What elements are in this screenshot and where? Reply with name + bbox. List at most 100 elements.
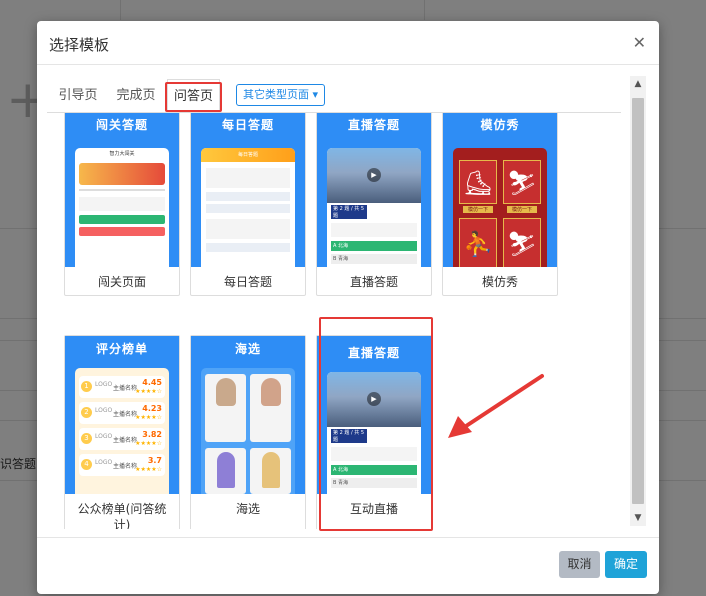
preview-question (79, 197, 165, 211)
star-rating-icon: ★★★★☆ (135, 388, 162, 395)
tab-qa[interactable]: 问答页 (167, 79, 220, 113)
preview-video: ▶ (327, 148, 421, 203)
rank-name: 主播名称 (113, 411, 138, 418)
preview-question (331, 447, 417, 461)
thumbnail-title: 评分榜单 (95, 342, 148, 356)
template-card[interactable]: 直播答题 ▶ 第 2 题 / 共 5 题 A 北海 B 青海 互动直播 (316, 335, 432, 529)
cancel-button[interactable]: 取消 (559, 551, 600, 578)
card-label: 互动直播 (349, 502, 398, 516)
curling-icon: ⛹ (459, 218, 497, 267)
thumbnail-title: 闯关答题 (95, 118, 148, 132)
contestant-photo (250, 448, 291, 494)
person-icon (261, 452, 280, 488)
template-card[interactable]: 模仿秀 ⛸ ⛷ 模仿一下 模仿一下 ⛹ ⛷ 模仿秀 (442, 113, 558, 296)
star-rating-icon: ★★★★☆ (135, 466, 162, 473)
footer-divider (37, 537, 659, 538)
dropdown-label: 其它类型页面 (243, 88, 309, 101)
scrollbar[interactable]: ▲ ▼ (630, 76, 646, 526)
arrow-head (448, 416, 472, 438)
preview-question (206, 168, 290, 188)
close-icon[interactable]: ✕ (633, 33, 646, 52)
star-rating-icon: ★★★★☆ (135, 440, 162, 447)
rank-name: 主播名称 (113, 463, 138, 470)
question-number: 第 2 题 / 共 5 题 (331, 429, 367, 443)
rank-score: 3.82 (142, 430, 162, 439)
header-divider (37, 64, 659, 65)
rank-name: 主播名称 (113, 437, 138, 444)
scroll-down-icon[interactable]: ▼ (630, 510, 646, 526)
rank-number: 2 (81, 407, 92, 418)
preview-option-wrong (79, 227, 165, 236)
card-label: 模仿秀 (481, 275, 518, 289)
template-card[interactable]: 每日答题 每日答题 每日答题 (190, 113, 306, 296)
card-label: 公众榜单(问答统计) (77, 502, 167, 529)
play-icon: ▶ (367, 168, 381, 182)
template-thumbnail: 模仿秀 ⛸ ⛷ 模仿一下 模仿一下 ⛹ ⛷ (443, 113, 557, 267)
phone-preview: 每日答题 (201, 148, 295, 267)
preview-option-correct: A 北海 (331, 465, 417, 475)
rank-number: 3 (81, 433, 92, 444)
template-thumbnail: 直播答题 ▶ 第 2 题 / 共 5 题 A 北海 B 青海 (317, 336, 431, 494)
question-number: 第 2 题 / 共 5 题 (331, 205, 367, 219)
preview-option: B 青海 (331, 478, 417, 488)
preview-option (206, 192, 290, 201)
scroll-thumb[interactable] (632, 98, 644, 504)
star-rating-icon: ★★★★☆ (135, 414, 162, 421)
rank-number: 4 (81, 459, 92, 470)
template-card[interactable]: 直播答题 ▶ 第 2 题 / 共 5 题 A 北海 B 青海 直播答题 (316, 113, 432, 296)
template-thumbnail: 海选 (191, 336, 305, 494)
rank-row: 2 LOGO 主播名称 4.23 ★★★★☆ (79, 402, 165, 424)
imitate-button: 模仿一下 (463, 206, 493, 213)
arrow-shaft (458, 374, 544, 432)
phone-preview: ▶ 第 2 题 / 共 5 题 A 北海 B 青海 (327, 372, 421, 494)
thumbnail-title: 直播答题 (347, 118, 400, 132)
other-type-dropdown[interactable]: 其它类型页面 ▾ (236, 84, 326, 106)
rank-logo: LOGO (95, 433, 113, 440)
rank-number: 1 (81, 381, 92, 392)
preview-question (206, 219, 290, 239)
tab-guide[interactable]: 引导页 (57, 79, 99, 113)
tab-finish[interactable]: 完成页 (115, 79, 157, 113)
preview-video: ▶ (327, 372, 421, 427)
hockey-icon: ⛸ (459, 160, 497, 204)
progress-track (79, 189, 165, 191)
preview-option: B 青海 (331, 254, 417, 264)
card-label: 每日答题 (223, 275, 272, 289)
rank-logo: LOGO (95, 459, 113, 466)
template-thumbnail: 直播答题 ▶ 第 2 题 / 共 5 题 A 北海 B 青海 (317, 113, 431, 267)
template-card[interactable]: 海选 海选 (190, 335, 306, 529)
thumbnail-title: 模仿秀 (480, 118, 520, 132)
rank-row: 3 LOGO 主播名称 3.82 ★★★★☆ (79, 428, 165, 450)
preview-banner (79, 163, 165, 185)
template-card[interactable]: 闯关答题 智力大闯关 闯关页面 (64, 113, 180, 296)
person-icon (260, 378, 281, 406)
preview-banner: 每日答题 (201, 148, 295, 162)
card-label: 闯关页面 (97, 275, 146, 289)
rank-score: 3.7 (147, 456, 162, 465)
rank-score: 4.45 (142, 378, 162, 387)
preview-option-correct (79, 215, 165, 224)
card-label: 直播答题 (349, 275, 398, 289)
template-thumbnail: 每日答题 每日答题 (191, 113, 305, 267)
preview-question (331, 223, 417, 237)
template-thumbnail: 闯关答题 智力大闯关 (65, 113, 179, 267)
ski-icon: ⛷ (503, 160, 541, 204)
scroll-up-icon[interactable]: ▲ (630, 76, 646, 92)
card-label: 海选 (235, 502, 260, 516)
confirm-button[interactable]: 确定 (605, 551, 647, 578)
person-icon (215, 378, 236, 406)
contestant-photo (205, 448, 246, 494)
annotation-arrow-icon (448, 374, 544, 438)
phone-preview: 1 LOGO 主播名称 4.45 ★★★★☆ 2 LOGO 主播名称 4.23 … (75, 368, 169, 494)
phone-preview: 智力大闯关 (75, 148, 169, 267)
select-template-modal: 选择模板 ✕ 引导页 完成页 问答页 其它类型页面 ▾ 闯关答题 智力大闯关 闯… (37, 21, 659, 594)
template-thumbnail: 评分榜单 1 LOGO 主播名称 4.45 ★★★★☆ 2 LOGO 主播名称 … (65, 336, 179, 494)
template-card[interactable]: 评分榜单 1 LOGO 主播名称 4.45 ★★★★☆ 2 LOGO 主播名称 … (64, 335, 180, 529)
thumbnail-title: 直播答题 (347, 346, 400, 360)
preview-option (206, 204, 290, 213)
phone-preview: ⛸ ⛷ 模仿一下 模仿一下 ⛹ ⛷ (453, 148, 547, 267)
phone-preview: ▶ 第 2 题 / 共 5 题 A 北海 B 青海 (327, 148, 421, 267)
thumbnail-title: 海选 (234, 342, 261, 356)
thumbnail-title: 每日答题 (221, 118, 274, 132)
rank-name: 主播名称 (113, 385, 138, 392)
